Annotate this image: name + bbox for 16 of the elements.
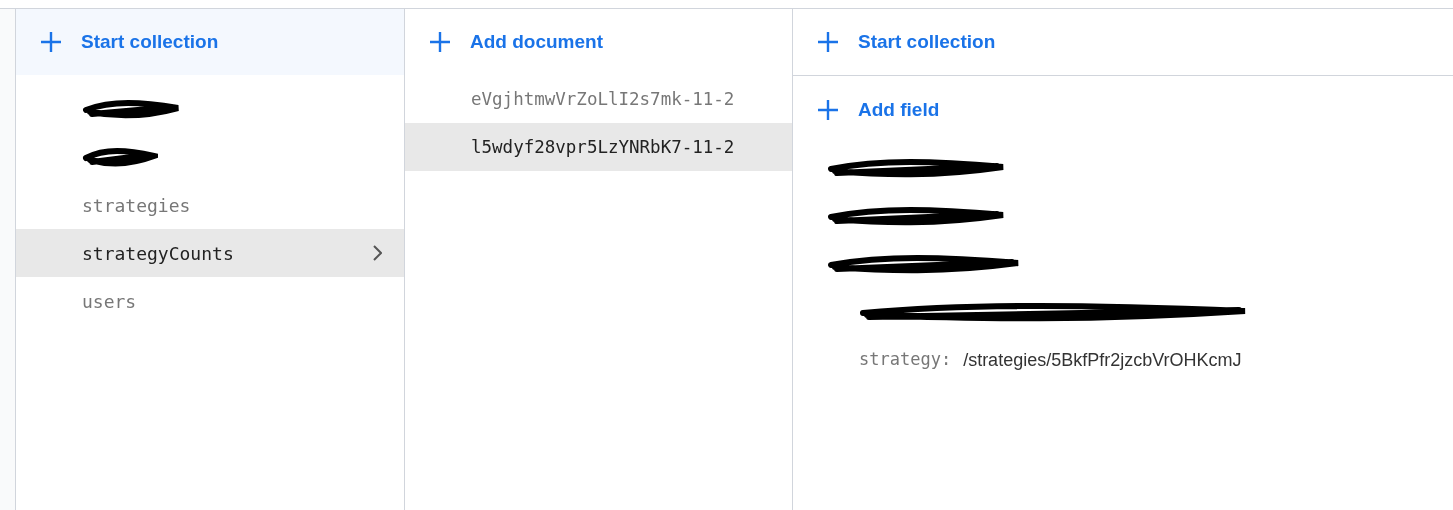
field-key: strategy: bbox=[859, 347, 952, 373]
add-button[interactable]: Start collection bbox=[16, 9, 404, 75]
add-button[interactable]: Add document bbox=[405, 9, 792, 75]
collection-item[interactable]: strategyCounts bbox=[16, 229, 404, 277]
document-item[interactable]: l5wdyf28vpr5LzYNRbK7-11-2 bbox=[405, 123, 792, 171]
plus-icon bbox=[817, 31, 839, 53]
add-button[interactable]: Add field bbox=[793, 76, 1453, 144]
plus-icon bbox=[429, 31, 451, 53]
plus-icon bbox=[817, 99, 839, 121]
collection-item[interactable]: users bbox=[16, 277, 404, 325]
collection-item[interactable]: strategies bbox=[16, 181, 404, 229]
add-button[interactable]: Start collection bbox=[793, 9, 1453, 76]
plus-icon bbox=[40, 31, 62, 53]
chevron-right-icon bbox=[372, 245, 382, 261]
field-value: /strategies/5BkfPfr2jzcbVrOHKcmJ bbox=[963, 348, 1242, 372]
document-item[interactable]: eVgjhtmwVrZoLlI2s7mk-11-2 bbox=[405, 75, 792, 123]
